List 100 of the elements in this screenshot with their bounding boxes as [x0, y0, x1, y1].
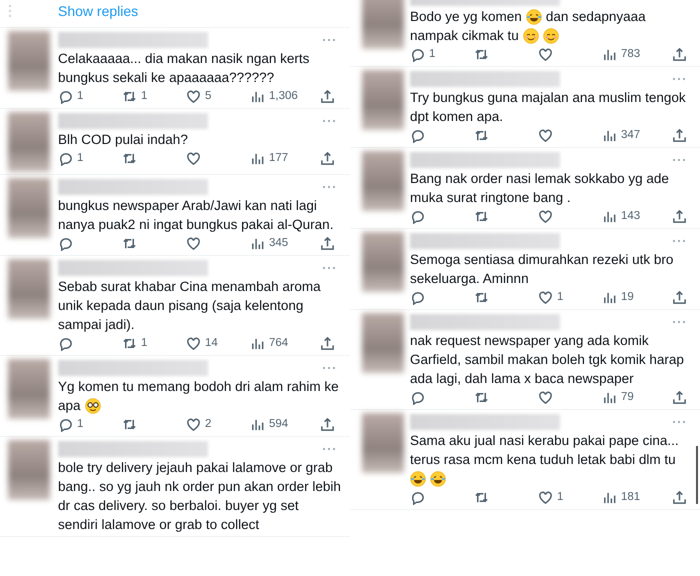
bar-chart-icon[interactable]: [250, 336, 265, 351]
heart-icon[interactable]: [186, 89, 201, 104]
reply-count: 1: [77, 150, 84, 166]
share-icon[interactable]: [672, 390, 687, 405]
views-count: 19: [621, 290, 634, 305]
retweet-icon[interactable]: [122, 236, 137, 251]
share-icon[interactable]: [320, 151, 335, 166]
reply-icon[interactable]: [58, 151, 73, 166]
reply-text: Sebab surat khabar Cina menambah aroma: [58, 278, 321, 296]
views-count: 347: [621, 128, 640, 143]
retweet-icon[interactable]: [122, 336, 137, 351]
reply-text: Bang nak order nasi lemak sokkabo yg ade: [410, 170, 669, 188]
retweet-count: 1: [141, 88, 148, 104]
bar-chart-icon[interactable]: [250, 151, 265, 166]
views-count: 764: [269, 336, 288, 351]
views-count: 345: [269, 236, 288, 251]
bar-chart-icon[interactable]: [602, 290, 617, 305]
reply-icon[interactable]: [410, 290, 425, 305]
views-count: 1,306: [269, 88, 298, 104]
reply-text: nampak cikmak tu: [410, 27, 519, 45]
reply-icon[interactable]: [58, 336, 73, 351]
reply-icon[interactable]: [410, 209, 425, 224]
bar-chart-icon[interactable]: [602, 47, 617, 62]
reply-text: bang.. so yg jauh nk order pun akan order lebih: [58, 478, 341, 496]
reply-text: bungkus sekali ke apaaaaaa??????: [58, 69, 274, 87]
reply-icon[interactable]: [410, 47, 425, 62]
heart-icon[interactable]: [538, 290, 553, 305]
bar-chart-icon[interactable]: [250, 89, 265, 104]
reply-count: 1: [77, 416, 84, 432]
thread-dots-icon: [8, 4, 12, 20]
scrollbar[interactable]: [696, 446, 698, 504]
reply-count: 1: [77, 88, 84, 104]
reply-text: Garfield, sambil makan boleh tgk komik harap: [410, 351, 684, 369]
share-icon[interactable]: [672, 47, 687, 62]
reply-icon[interactable]: [410, 128, 425, 143]
retweet-icon[interactable]: [474, 290, 489, 305]
heart-icon[interactable]: [186, 417, 201, 432]
share-icon[interactable]: [320, 89, 335, 104]
reply-text: Celakaaaaa... dia makan nasik ngan kerts: [58, 50, 310, 68]
retweet-icon[interactable]: [474, 128, 489, 143]
retweet-icon[interactable]: [122, 89, 137, 104]
share-icon[interactable]: [672, 290, 687, 305]
bar-chart-icon[interactable]: [602, 490, 617, 505]
heart-icon[interactable]: [186, 151, 201, 166]
heart-icon[interactable]: [186, 236, 201, 251]
reply-icon[interactable]: [58, 417, 73, 432]
share-icon[interactable]: [672, 490, 687, 505]
blurred-avatar: [8, 259, 50, 319]
share-icon[interactable]: [320, 336, 335, 351]
reply-text: dan sedapnyaaa: [546, 8, 646, 26]
reply-text: terus rasa mcm kena tuduh letak babi dlm tu: [410, 451, 676, 469]
retweet-icon[interactable]: [122, 417, 137, 432]
share-icon[interactable]: [672, 209, 687, 224]
reply-text: Yg komen tu memang bodoh dri alam rahim ke: [58, 378, 339, 396]
blurred-avatar: [8, 112, 50, 172]
reply-icon[interactable]: [410, 490, 425, 505]
like-count: 14: [205, 336, 218, 351]
views-count: 177: [269, 150, 288, 166]
share-icon[interactable]: [320, 236, 335, 251]
laughing-emoji-icon: [526, 8, 542, 24]
reply-text: dr cas delivery. so berbaloi. buyer yg set: [58, 497, 299, 515]
bar-chart-icon[interactable]: [250, 417, 265, 432]
blurred-avatar: [362, 0, 404, 49]
heart-icon[interactable]: [186, 336, 201, 351]
retweet-icon[interactable]: [474, 209, 489, 224]
reply-text: sendiri lalamove or grab to collect: [58, 516, 260, 534]
retweet-count: 1: [141, 336, 148, 351]
reply-icon[interactable]: [58, 236, 73, 251]
share-icon[interactable]: [672, 128, 687, 143]
retweet-icon[interactable]: [474, 390, 489, 405]
blurred-avatar: [8, 440, 50, 500]
heart-icon[interactable]: [538, 490, 553, 505]
bar-chart-icon[interactable]: [602, 209, 617, 224]
reply-text: dpt komen apa.: [410, 108, 504, 126]
bar-chart-icon[interactable]: [250, 236, 265, 251]
reply-text: nak request newspaper yang ada komik: [410, 332, 649, 350]
blurred-avatar: [362, 313, 404, 373]
blurred-avatar: [8, 31, 50, 91]
retweet-icon[interactable]: [474, 490, 489, 505]
bar-chart-icon[interactable]: [602, 390, 617, 405]
like-count: 2: [205, 416, 212, 432]
reply-icon[interactable]: [58, 89, 73, 104]
reply-text: ada lagi, dah lama x baca newspaper: [410, 370, 634, 388]
laughing-emoji-icon: [410, 470, 426, 486]
heart-icon[interactable]: [538, 209, 553, 224]
glasses-emoji-icon: [84, 398, 101, 414]
heart-icon[interactable]: [538, 47, 553, 62]
reply-text: Try bungkus guna majalan ana muslim tengok: [410, 89, 686, 107]
laughing-emoji-icon: [430, 470, 446, 486]
reply-icon[interactable]: [410, 390, 425, 405]
retweet-icon[interactable]: [122, 151, 137, 166]
bar-chart-icon[interactable]: [602, 128, 617, 143]
reply-text: nanya puak2 ni ingat bungkus pakai al-Quran.: [58, 216, 334, 234]
smiling-emoji-icon: [522, 28, 539, 44]
show-replies-link[interactable]: Show replies: [58, 0, 138, 22]
share-icon[interactable]: [320, 417, 335, 432]
heart-icon[interactable]: [538, 128, 553, 143]
heart-icon[interactable]: [538, 390, 553, 405]
reply-text: Semoga sentiasa dimurahkan rezeki utk bro: [410, 251, 674, 269]
retweet-icon[interactable]: [474, 47, 489, 62]
